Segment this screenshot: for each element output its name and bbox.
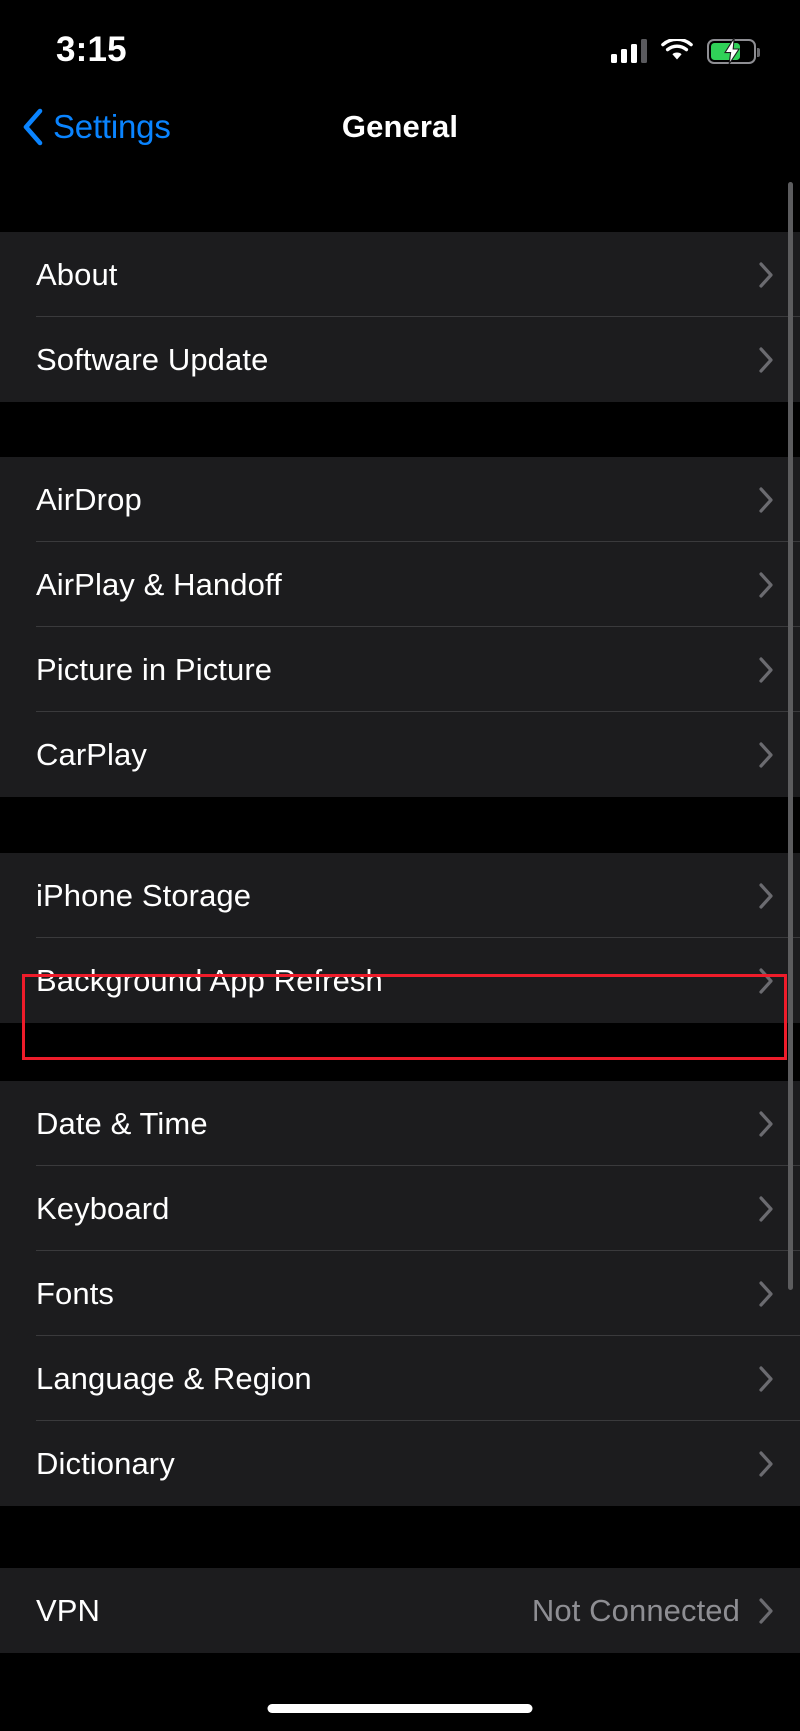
chevron-right-icon [758,261,774,289]
chevron-right-icon [758,1597,774,1625]
chevron-right-icon [758,571,774,599]
row-label: Date & Time [36,1105,208,1141]
row-label: Background App Refresh [36,962,383,998]
settings-row-dictionary[interactable]: Dictionary [0,1421,800,1506]
row-label: CarPlay [36,736,147,772]
chevron-right-icon [758,741,774,769]
group-gap [0,1506,800,1568]
chevron-right-icon [758,486,774,514]
navigation-bar: Settings General [0,92,800,162]
settings-row-airdrop[interactable]: AirDrop [0,457,800,542]
row-label: AirPlay & Handoff [36,566,282,602]
settings-row-about[interactable]: About [0,232,800,317]
home-indicator[interactable] [267,1704,533,1713]
wifi-icon [661,39,693,60]
settings-row-airplay-handoff[interactable]: AirPlay & Handoff [0,542,800,627]
battery-charging-icon [707,38,760,64]
chevron-right-icon [758,1280,774,1308]
row-label: About [36,256,118,292]
group-gap [0,1023,800,1081]
row-label: Fonts [36,1275,115,1311]
group-gap [0,797,800,853]
settings-group-2: AirDrop AirPlay & Handoff Picture in Pic… [0,457,800,797]
settings-row-keyboard[interactable]: Keyboard [0,1166,800,1251]
row-label: AirDrop [36,481,142,517]
settings-row-fonts[interactable]: Fonts [0,1251,800,1336]
cellular-bars-icon [610,39,647,63]
chevron-right-icon [758,1365,774,1393]
settings-list[interactable]: About Software Update AirDrop AirPlay & … [0,162,800,1731]
chevron-right-icon [758,1450,774,1478]
chevron-right-icon [758,656,774,684]
settings-row-language-region[interactable]: Language & Region [0,1336,800,1421]
chevron-right-icon [758,1110,774,1138]
settings-row-software-update[interactable]: Software Update [0,317,800,402]
vertical-scrollbar[interactable] [788,182,793,1290]
row-label: Software Update [36,341,269,377]
settings-row-iphone-storage[interactable]: iPhone Storage [0,853,800,938]
charging-bolt-icon [723,38,740,64]
row-label: Picture in Picture [36,651,273,687]
row-label: Language & Region [36,1360,312,1396]
settings-row-carplay[interactable]: CarPlay [0,712,800,797]
back-button[interactable]: Settings [22,108,171,146]
settings-row-background-app-refresh[interactable]: Background App Refresh [0,938,800,1023]
settings-row-date-time[interactable]: Date & Time [0,1081,800,1166]
settings-group-3: iPhone Storage Background App Refresh [0,853,800,1023]
row-label: VPN [36,1592,101,1628]
chevron-right-icon [758,346,774,374]
row-label: iPhone Storage [36,877,252,913]
row-label: Keyboard [36,1190,170,1226]
settings-row-picture-in-picture[interactable]: Picture in Picture [0,627,800,712]
settings-group-1: About Software Update [0,232,800,402]
group-gap [0,162,800,232]
back-button-label: Settings [53,108,171,145]
chevron-right-icon [758,1195,774,1223]
vpn-status-value: Not Connected [531,1592,740,1628]
chevron-left-icon [23,108,43,146]
status-bar: 3:15 [0,0,800,92]
settings-group-5: VPN Not Connected [0,1568,800,1653]
settings-group-4: Date & Time Keyboard Fonts Language & Re… [0,1081,800,1506]
chevron-right-icon [758,882,774,910]
iphone-screen: 3:15 Settings General About Software Upd… [0,0,800,1731]
settings-row-vpn[interactable]: VPN Not Connected [0,1568,800,1653]
status-time: 3:15 [56,30,127,69]
group-gap [0,402,800,457]
status-icons [610,38,760,64]
row-label: Dictionary [36,1445,175,1481]
chevron-right-icon [758,967,774,995]
